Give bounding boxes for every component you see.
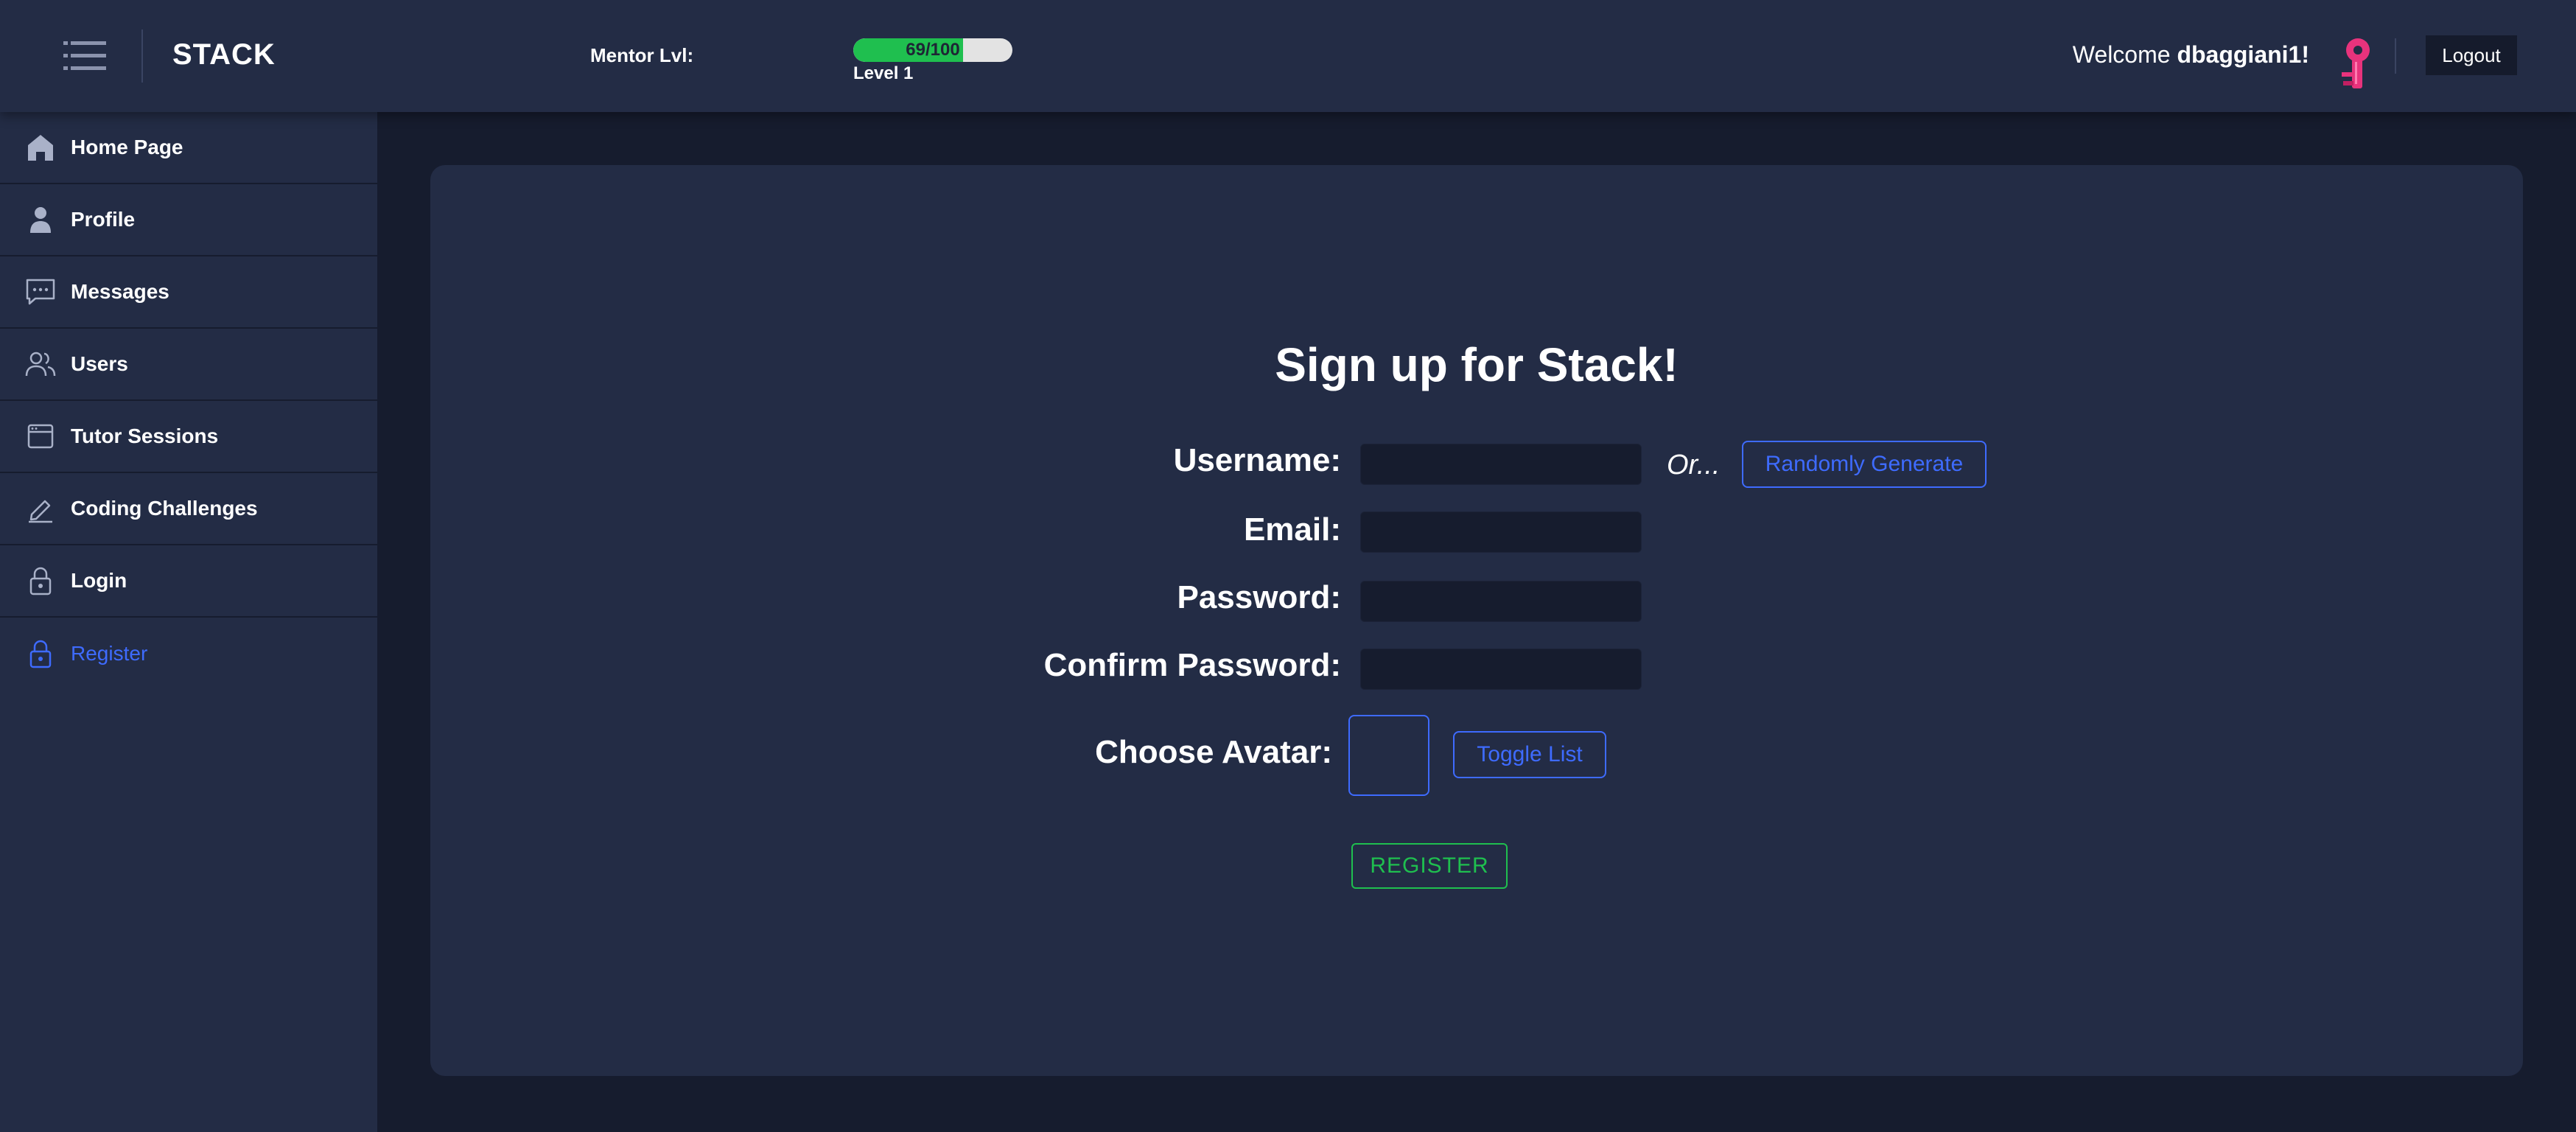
- page-title: Sign up for Stack!: [1275, 338, 1679, 391]
- sidebar-item-label: Home Page: [71, 136, 183, 158]
- avatar-label: Choose Avatar:: [1095, 734, 1332, 770]
- sidebar-item-login[interactable]: Login: [0, 545, 377, 618]
- header-divider: [141, 29, 143, 83]
- welcome-message: Welcome dbaggiani1!: [2073, 41, 2309, 69]
- sidebar-item-label: Login: [71, 569, 127, 592]
- sidebar-item-home-page[interactable]: Home Page: [0, 112, 377, 184]
- lock-icon: [25, 565, 56, 596]
- mentor-progress-text: 69/100: [906, 40, 960, 60]
- password-input[interactable]: [1360, 581, 1642, 622]
- email-input[interactable]: [1360, 511, 1642, 553]
- logout-button[interactable]: Logout: [2426, 35, 2517, 75]
- sidebar-item-register[interactable]: Register: [0, 618, 377, 690]
- sidebar-item-label: Messages: [71, 280, 169, 303]
- hamburger-menu-icon[interactable]: [63, 38, 108, 74]
- confirm-password-input[interactable]: [1360, 649, 1642, 690]
- header-divider: [2395, 38, 2396, 74]
- home-icon: [25, 132, 56, 163]
- username-label: Username:: [1173, 442, 1341, 478]
- brand-logo[interactable]: STACK: [172, 38, 276, 71]
- sidebar-item-label: Coding Challenges: [71, 497, 258, 520]
- pencil-icon: [25, 493, 56, 524]
- sidebar-nav: Home Page Profile Messages Users Tutor S…: [0, 112, 377, 1132]
- confirm-password-label: Confirm Password:: [1043, 647, 1341, 683]
- mentor-level-label: Mentor Lvl:: [590, 44, 694, 66]
- sidebar-item-tutor-sessions[interactable]: Tutor Sessions: [0, 401, 377, 473]
- sidebar-item-messages[interactable]: Messages: [0, 256, 377, 329]
- email-label: Email:: [1243, 511, 1341, 548]
- sidebar-item-label: Register: [71, 642, 148, 665]
- window-icon: [25, 421, 56, 452]
- sidebar-item-label: Profile: [71, 208, 136, 231]
- sidebar-item-label: Users: [71, 352, 128, 375]
- welcome-username: dbaggiani1!: [2177, 41, 2309, 68]
- person-icon: [25, 204, 56, 235]
- sidebar-item-profile[interactable]: Profile: [0, 184, 377, 256]
- sidebar-item-label: Tutor Sessions: [71, 424, 219, 447]
- top-header: STACK Mentor Lvl: 69/100 Level 1 Welcome…: [0, 0, 2576, 112]
- welcome-prefix: Welcome: [2072, 41, 2177, 68]
- register-button[interactable]: REGISTER: [1351, 843, 1508, 889]
- lock-icon: [25, 638, 56, 669]
- register-card: Sign up for Stack! Username: Or... Rando…: [430, 165, 2523, 1076]
- or-text: Or...: [1667, 450, 1721, 481]
- chat-icon: [25, 276, 56, 307]
- randomly-generate-button[interactable]: Randomly Generate: [1742, 441, 1987, 488]
- level-label: Level 1: [853, 63, 914, 83]
- pink-key-avatar-icon[interactable]: [2337, 35, 2376, 94]
- sidebar-item-coding-challenges[interactable]: Coding Challenges: [0, 473, 377, 545]
- users-icon: [25, 349, 56, 380]
- avatar-picker[interactable]: [1348, 715, 1429, 796]
- username-input[interactable]: [1360, 444, 1642, 485]
- mentor-progress-bar: 69/100: [853, 38, 1012, 62]
- sidebar-item-users[interactable]: Users: [0, 329, 377, 401]
- password-label: Password:: [1177, 579, 1341, 615]
- toggle-list-button[interactable]: Toggle List: [1453, 731, 1606, 778]
